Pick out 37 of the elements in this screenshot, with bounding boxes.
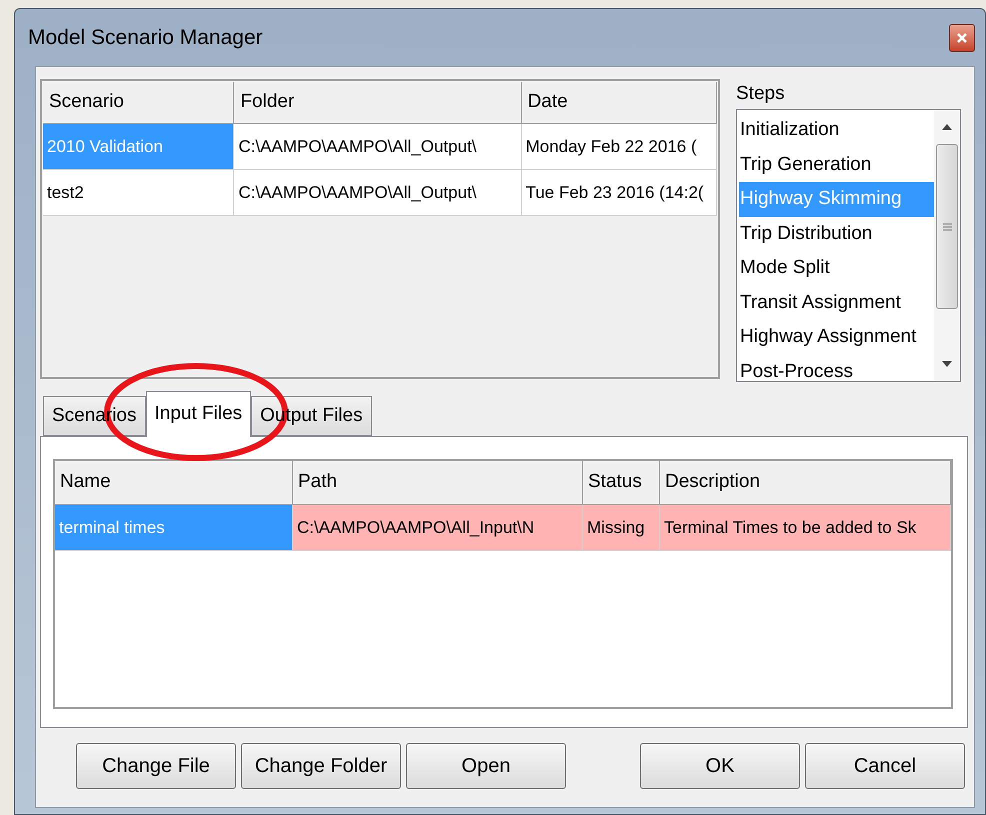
column-header[interactable]: Name [55, 461, 293, 505]
scrollbar[interactable] [934, 110, 960, 381]
column-header[interactable]: Folder [234, 82, 522, 124]
list-item[interactable]: Mode Split [739, 251, 934, 286]
dialog-button[interactable]: Change File [76, 743, 236, 789]
table-cell[interactable]: Missing [583, 505, 660, 551]
column-header[interactable]: Date [522, 82, 717, 124]
list-item[interactable]: Initialization [739, 113, 934, 148]
grip-icon [942, 222, 952, 230]
window-title: Model Scenario Manager [28, 24, 263, 51]
table-cell[interactable]: Terminal Times to be added to Sk [660, 505, 951, 551]
steps-label: Steps [736, 82, 786, 106]
dialog-button[interactable]: Change Folder [241, 743, 401, 789]
column-header[interactable]: Scenario [43, 82, 234, 124]
scroll-down-icon[interactable] [942, 361, 952, 367]
dialog-button[interactable]: OK [640, 743, 800, 789]
table-cell[interactable]: C:\AAMPO\AAMPO\All_Output\ [234, 170, 522, 216]
table-cell[interactable]: C:\AAMPO\AAMPO\All_Output\ [234, 124, 522, 170]
table-cell[interactable]: Tue Feb 23 2016 (14:2( [522, 170, 717, 216]
scroll-thumb[interactable] [936, 144, 958, 309]
list-item[interactable]: Trip Generation [739, 148, 934, 182]
column-header[interactable]: Status [583, 461, 660, 505]
close-button[interactable] [949, 24, 975, 52]
close-icon [957, 32, 967, 42]
table-cell[interactable]: test2 [43, 170, 234, 216]
list-item[interactable]: Trip Distribution [739, 216, 934, 251]
list-item[interactable]: Highway Assignment [739, 320, 934, 354]
list-item[interactable]: Post-Process [739, 354, 934, 381]
table-cell[interactable]: C:\AAMPO\AAMPO\All_Input\N [293, 505, 583, 551]
table-cell[interactable]: Monday Feb 22 2016 ( [522, 124, 717, 170]
list-item[interactable]: Transit Assignment [739, 286, 934, 320]
column-header[interactable]: Path [293, 461, 583, 505]
scroll-up-icon[interactable] [942, 124, 952, 130]
dialog-button[interactable]: Open [406, 743, 566, 789]
tab[interactable]: Input Files [146, 391, 252, 437]
column-header[interactable]: Description [660, 461, 951, 505]
dialog-button[interactable]: Cancel [805, 743, 965, 789]
